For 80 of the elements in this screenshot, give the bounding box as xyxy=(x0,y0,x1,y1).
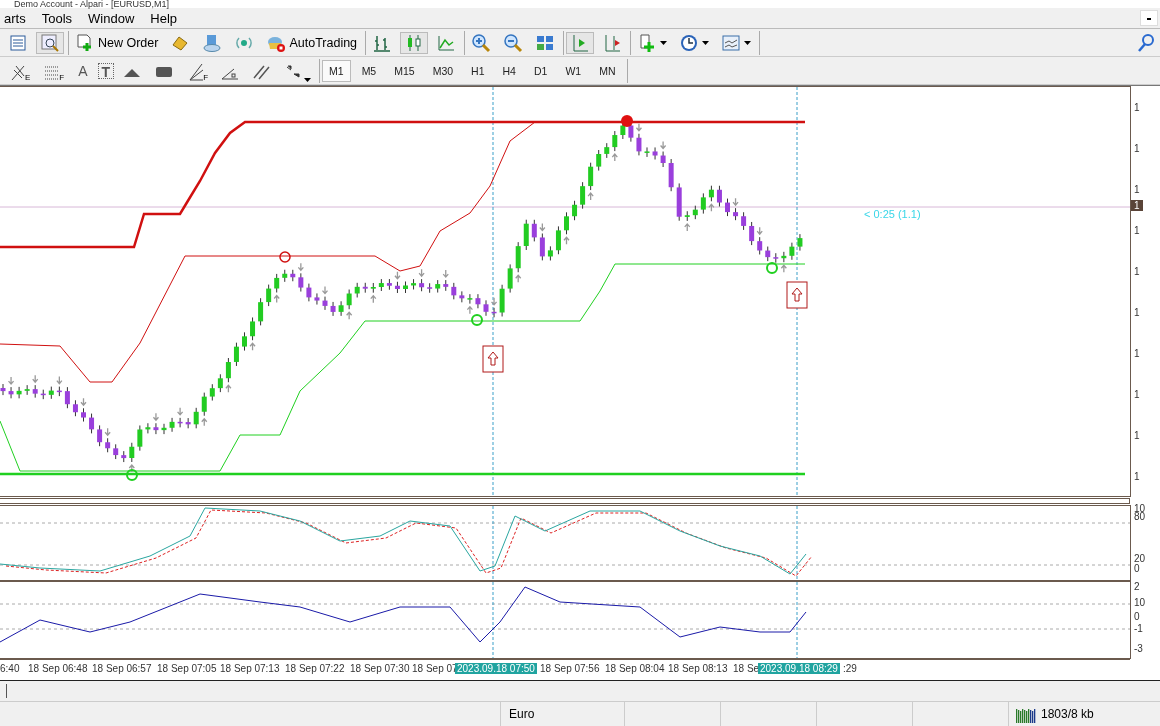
current-price-tag: 1 xyxy=(1131,200,1143,211)
time-label: 18 Sep 07:05 xyxy=(157,663,217,674)
price-label: 1 xyxy=(1134,348,1140,359)
signal-circle xyxy=(471,314,483,326)
indicator-scale-label: -3 xyxy=(1134,643,1143,654)
caret-icon[interactable] xyxy=(304,77,312,82)
zoom-in-icon[interactable] xyxy=(471,32,492,53)
chart-window-icon[interactable] xyxy=(721,32,742,53)
time-label: 18 Sep 07:56 xyxy=(540,663,600,674)
price-label: 1 xyxy=(1134,225,1140,236)
chart-zoom-icon[interactable] xyxy=(40,32,60,53)
time-label: 2023.09.18 07:50 xyxy=(455,663,537,674)
up-arrow-signal-icon xyxy=(482,345,504,373)
time-label: 6:40 xyxy=(0,663,20,674)
traffic-label: 1803/8 kb xyxy=(1041,707,1094,721)
price-label: 1 xyxy=(1134,266,1140,277)
window-title: Demo Account - Alpari - [EURUSD,M1] xyxy=(13,0,171,8)
timeframe-tab[interactable]: M5 xyxy=(354,59,384,82)
time-label: 18 Sep 08:13 xyxy=(668,663,728,674)
indicator-scale-label: 0 xyxy=(1134,563,1140,574)
caret-icon[interactable] xyxy=(660,40,668,45)
caret-icon[interactable] xyxy=(744,40,752,45)
menu-item[interactable]: Window xyxy=(88,10,147,26)
timeframe-tab[interactable]: H4 xyxy=(495,59,523,82)
tool-subscript: F xyxy=(59,72,65,82)
signal-dot xyxy=(621,115,633,127)
text-tool[interactable]: A xyxy=(72,59,94,82)
indicator-scale-label: 10 xyxy=(1134,597,1146,608)
time-label: 18 Sep 06:57 xyxy=(92,663,152,674)
autotrading-button[interactable]: AutoTrading xyxy=(262,31,362,54)
caret-icon[interactable] xyxy=(702,40,710,45)
up-arrow-signal-icon xyxy=(786,281,808,309)
time-label: 18 Sep 07:30 xyxy=(350,663,410,674)
indicator-scale-label: 80 xyxy=(1134,511,1146,522)
indicator-scale-label: 10 xyxy=(1134,503,1146,514)
time-label: :29 xyxy=(843,663,857,674)
time-label: 18 Sep 07:13 xyxy=(220,663,280,674)
chart-shift-icon[interactable] xyxy=(602,32,623,53)
time-label: 2023.09.18 08:29 xyxy=(758,663,840,674)
menu-item[interactable]: Tools xyxy=(41,10,85,26)
zoom-out-icon[interactable] xyxy=(503,32,524,53)
price-label: 1 xyxy=(1134,471,1140,482)
timeframe-tab[interactable]: W1 xyxy=(558,59,589,82)
minimize-button[interactable] xyxy=(1140,10,1158,26)
signal-circle xyxy=(279,251,291,263)
price-label: 1 xyxy=(1134,307,1140,318)
menu-item[interactable]: Help xyxy=(150,10,190,26)
tool-subscript: E xyxy=(25,72,31,82)
indicator-scale-label: 20 xyxy=(1134,553,1146,564)
timeframe-tab[interactable]: MN xyxy=(592,59,623,82)
timeframe-tab[interactable]: M30 xyxy=(425,59,461,82)
timeframe-tab[interactable]: H1 xyxy=(464,59,492,82)
scroll-chart-icon[interactable] xyxy=(570,32,591,53)
tool-subscript: F xyxy=(203,72,209,82)
countdown-label: < 0:25 (1.1) xyxy=(864,208,921,220)
list-icon[interactable] xyxy=(8,32,28,53)
price-label: 1 xyxy=(1134,102,1140,113)
pane-splitter[interactable] xyxy=(0,498,1130,504)
indicator-scale-label: 2 xyxy=(1134,581,1140,592)
price-label: 1 xyxy=(1134,143,1140,154)
price-label: 1 xyxy=(1134,430,1140,441)
time-label: 18 Se xyxy=(733,663,760,674)
signal-circle xyxy=(766,262,778,274)
price-label: 1 xyxy=(1134,389,1140,400)
time-label: 18 Sep 08:04 xyxy=(605,663,665,674)
clock-icon[interactable] xyxy=(679,32,700,53)
time-label: 18 Sep 07:22 xyxy=(285,663,345,674)
price-label: 1 xyxy=(1134,184,1140,195)
signal-circle xyxy=(126,469,138,481)
menu-item[interactable]: arts xyxy=(4,10,38,26)
timeframe-tab[interactable]: M15 xyxy=(387,59,422,82)
timeframe-tab[interactable]: D1 xyxy=(526,59,555,82)
connection-status: Euro xyxy=(509,707,535,721)
text-label-tool[interactable]: T xyxy=(97,62,115,79)
new-order-button[interactable]: New Order xyxy=(71,31,163,54)
indicator-scale-label: 0 xyxy=(1134,611,1140,622)
time-label: 18 Sep 06:48 xyxy=(28,663,88,674)
indicator-scale-label: -1 xyxy=(1134,623,1143,634)
search-icon[interactable] xyxy=(1136,32,1156,53)
timeframe-tab[interactable]: M1 xyxy=(322,59,351,82)
